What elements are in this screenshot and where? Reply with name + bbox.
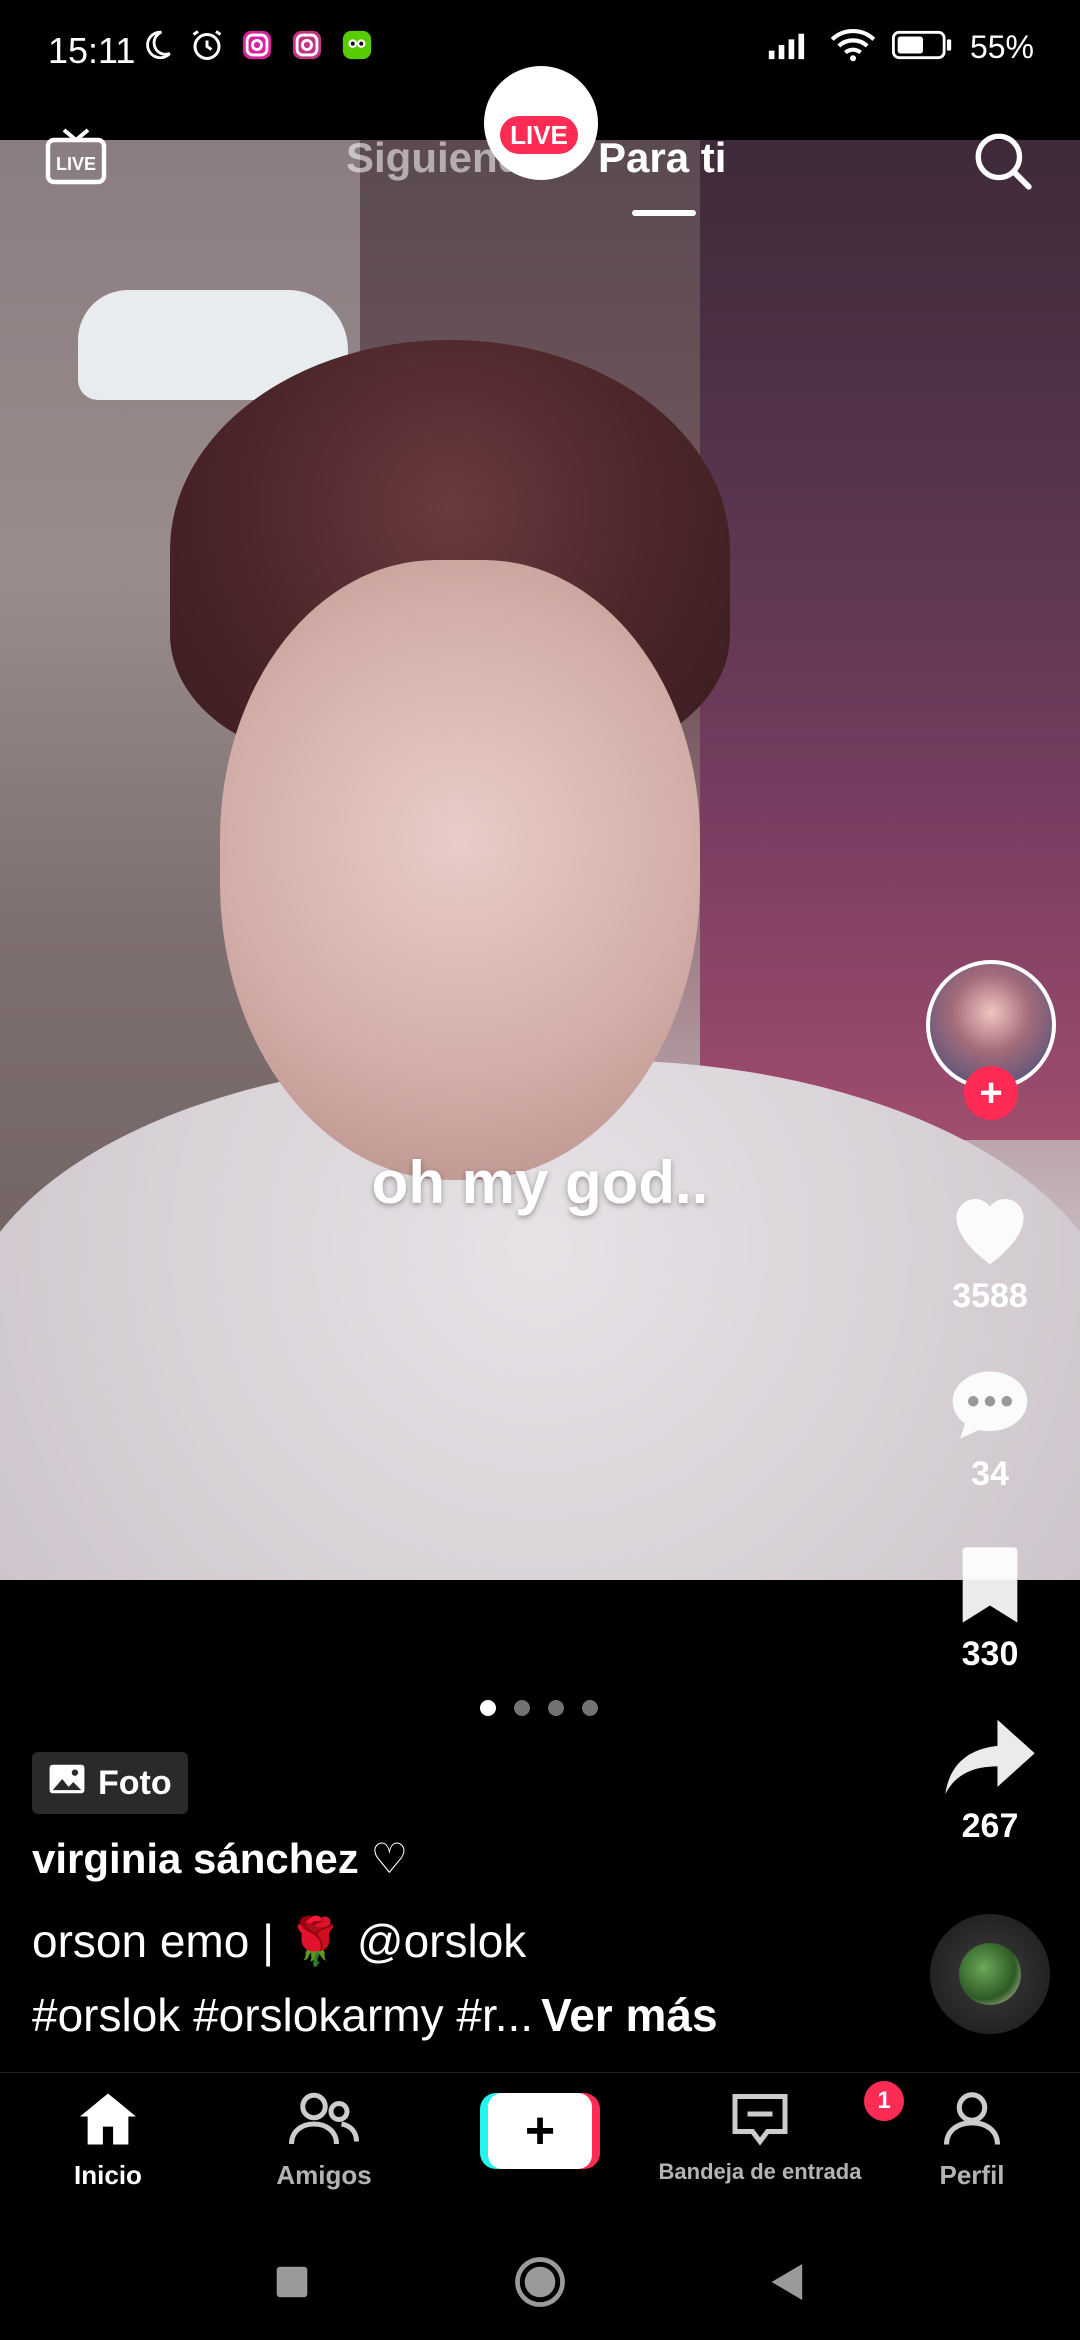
moon-icon — [138, 26, 176, 64]
photo-face — [220, 560, 700, 1180]
share-arrow-icon — [940, 1719, 1040, 1802]
svg-text:LIVE: LIVE — [56, 154, 96, 174]
create-button[interactable]: + — [480, 2093, 600, 2169]
plus-icon: + — [488, 2093, 592, 2169]
photo-caption-overlay: oh my god.. — [371, 1149, 709, 1216]
carousel-dot[interactable] — [548, 1700, 564, 1716]
share-button[interactable]: 267 — [930, 1716, 1050, 1846]
nav-profile-label: Perfil — [939, 2160, 1005, 2190]
friends-icon — [289, 2092, 359, 2153]
wifi-icon — [830, 28, 876, 67]
description-line-1[interactable]: orson emo | 🌹 @orslok — [32, 1914, 526, 1969]
post-photo[interactable] — [0, 140, 1080, 1580]
bottom-nav: Inicio Amigos + 1 Bandeja de entrada Per… — [0, 2072, 1080, 2222]
instagram-icon — [288, 26, 326, 64]
nav-profile[interactable]: Perfil — [882, 2091, 1062, 2191]
inbox-icon-wrap: 1 — [730, 2081, 904, 2153]
search-icon[interactable] — [970, 128, 1036, 194]
live-tv-icon[interactable]: LIVE — [44, 124, 108, 188]
music-cover — [959, 1943, 1021, 2005]
profile-icon — [944, 2092, 1000, 2153]
bookmark-icon — [955, 1547, 1025, 1630]
photo-type-label: Foto — [98, 1763, 172, 1802]
see-more-link[interactable]: Ver más — [541, 1989, 717, 2041]
photo-type-tag: Foto — [32, 1752, 188, 1814]
nav-home[interactable]: Inicio — [18, 2091, 198, 2191]
nav-friends[interactable]: Amigos — [234, 2091, 414, 2191]
duolingo-icon — [338, 26, 376, 64]
carousel-dot[interactable] — [514, 1700, 530, 1716]
save-count: 330 — [961, 1635, 1019, 1673]
signal-icon — [766, 28, 814, 67]
alarm-icon — [188, 26, 226, 64]
status-time: 15:11 — [48, 30, 136, 71]
nav-friends-label: Amigos — [276, 2160, 372, 2190]
live-badge[interactable]: LIVE — [500, 116, 578, 154]
status-right: 55% — [766, 28, 1034, 67]
carousel-dot[interactable] — [480, 1700, 496, 1716]
tab-for-you[interactable]: Para ti — [598, 134, 726, 182]
image-icon — [48, 1763, 86, 1804]
nav-inbox-label: Bandeja de entrada — [658, 2159, 862, 2184]
home-circle-button[interactable] — [510, 2252, 570, 2312]
comment-icon — [945, 1371, 1035, 1450]
home-icon — [76, 2093, 140, 2153]
author-name[interactable]: virginia sánchez ♡ — [32, 1834, 408, 1883]
battery-icon — [891, 28, 954, 67]
comment-count: 34 — [971, 1455, 1009, 1493]
notification-icons — [138, 26, 376, 64]
nav-inbox[interactable]: 1 Bandeja de entrada — [640, 2081, 904, 2185]
description-line-2[interactable]: #orslok #orslokarmy #r... Ver más — [32, 1988, 718, 2042]
active-tab-indicator — [632, 210, 696, 216]
share-count: 267 — [961, 1807, 1019, 1845]
back-button[interactable] — [756, 2252, 816, 2312]
instagram-icon — [238, 26, 276, 64]
follow-plus-button[interactable]: + — [964, 1066, 1018, 1120]
save-button[interactable]: 330 — [930, 1544, 1050, 1674]
music-disc[interactable] — [930, 1914, 1050, 2034]
battery-percent: 55% — [969, 29, 1034, 65]
heart-icon — [944, 1199, 1036, 1272]
inbox-icon — [730, 2094, 790, 2152]
comment-button[interactable]: 34 — [930, 1364, 1050, 1494]
nav-home-label: Inicio — [74, 2160, 142, 2190]
like-count: 3588 — [952, 1277, 1028, 1315]
android-nav-bar — [0, 2222, 1080, 2340]
carousel-dot[interactable] — [582, 1700, 598, 1716]
recents-button[interactable] — [262, 2252, 322, 2312]
carousel-dots — [480, 1700, 598, 1716]
hashtags[interactable]: #orslok #orslokarmy #r... — [32, 1989, 533, 2041]
like-button[interactable]: 3588 — [930, 1186, 1050, 1316]
